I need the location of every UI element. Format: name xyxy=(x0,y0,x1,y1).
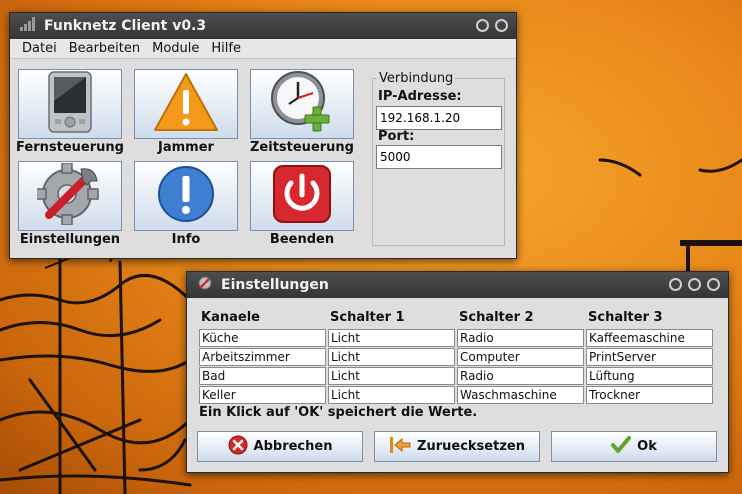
column-header: Schalter 3 xyxy=(588,310,663,325)
port-field[interactable] xyxy=(376,145,502,169)
menubar: Datei Bearbeiten Module Hilfe xyxy=(10,39,516,59)
tile-label: Fernsteuerung xyxy=(16,140,124,155)
table-cell[interactable]: Licht xyxy=(328,329,455,347)
menu-datei[interactable]: Datei xyxy=(16,41,63,56)
main-window-title: Funknetz Client v0.3 xyxy=(44,18,207,34)
close-button[interactable] xyxy=(707,278,720,291)
beenden-button[interactable] xyxy=(250,161,354,231)
table-cell[interactable]: Radio xyxy=(457,367,584,385)
table-cell[interactable]: Waschmaschine xyxy=(457,386,584,404)
tile-beenden[interactable]: Beenden xyxy=(250,161,354,247)
settings-dialog: Einstellungen Kanaele Schalter 1 Schalte… xyxy=(186,271,729,473)
fernsteuerung-button[interactable] xyxy=(18,69,122,139)
table-cell[interactable]: Computer xyxy=(457,348,584,366)
cancel-button[interactable]: Abbrechen xyxy=(197,431,363,462)
jammer-button[interactable] xyxy=(134,69,238,139)
table-cell[interactable]: Arbeitszimmer xyxy=(199,348,326,366)
menu-hilfe[interactable]: Hilfe xyxy=(205,41,247,56)
reset-label: Zuruecksetzen xyxy=(417,439,525,454)
settings-app-icon xyxy=(197,275,213,295)
main-window: Funknetz Client v0.3 Datei Bearbeiten Mo… xyxy=(9,12,517,259)
info-icon xyxy=(156,164,216,228)
tile-label: Info xyxy=(171,232,201,247)
menu-module[interactable]: Module xyxy=(146,41,205,56)
ip-label: IP-Adresse: xyxy=(378,89,462,104)
warning-icon xyxy=(153,72,219,136)
port-label: Port: xyxy=(378,129,415,144)
tile-label: Einstellungen xyxy=(19,232,121,247)
tile-label: Zeitsteuerung xyxy=(250,140,354,155)
minimize-button[interactable] xyxy=(476,19,489,32)
column-header: Kanaele xyxy=(201,310,260,325)
main-titlebar[interactable]: Funknetz Client v0.3 xyxy=(10,13,516,39)
table-cell[interactable]: Radio xyxy=(457,329,584,347)
table-cell[interactable]: PrintServer xyxy=(586,348,713,366)
signal-icon xyxy=(20,17,36,35)
connection-legend: Verbindung xyxy=(377,71,456,86)
column-header: Schalter 2 xyxy=(459,310,534,325)
ip-address-field[interactable] xyxy=(376,106,502,130)
tile-zeitsteuerung[interactable]: Zeitsteuerung xyxy=(250,69,354,155)
connection-panel: Verbindung IP-Adresse: Port: xyxy=(372,71,505,246)
tile-info[interactable]: Info xyxy=(134,161,238,247)
maximize-button[interactable] xyxy=(495,19,508,32)
cancel-icon xyxy=(228,435,248,459)
settings-dialog-title: Einstellungen xyxy=(221,277,329,293)
table-cell[interactable]: Licht xyxy=(328,386,455,404)
module-grid: Fernsteuerung Jammer Zeitsteuerung Einst… xyxy=(16,69,354,247)
channel-switch-table: Kanaele Schalter 1 Schalter 2 Schalter 3… xyxy=(198,310,714,405)
clock-add-icon xyxy=(269,69,335,139)
zeitsteuerung-button[interactable] xyxy=(250,69,354,139)
table-cell[interactable]: Bad xyxy=(199,367,326,385)
back-arrow-icon xyxy=(389,436,411,458)
tile-label: Beenden xyxy=(269,232,335,247)
power-icon xyxy=(272,164,332,228)
table-cell[interactable]: Licht xyxy=(328,348,455,366)
table-cell[interactable]: Kaffeemaschine xyxy=(586,329,713,347)
ok-label: Ok xyxy=(637,439,657,454)
tile-fernsteuerung[interactable]: Fernsteuerung xyxy=(16,69,124,155)
table-cell[interactable]: Trockner xyxy=(586,386,713,404)
settings-gear-icon xyxy=(35,162,103,229)
save-hint: Ein Klick auf 'OK' speichert die Werte. xyxy=(199,405,478,420)
checkmark-icon xyxy=(611,435,632,458)
table-cell[interactable]: Licht xyxy=(328,367,455,385)
menu-bearbeiten[interactable]: Bearbeiten xyxy=(63,41,146,56)
ok-button[interactable]: Ok xyxy=(551,431,717,462)
minimize-button[interactable] xyxy=(669,278,682,291)
cancel-label: Abbrechen xyxy=(253,439,333,454)
pda-icon xyxy=(46,71,94,137)
maximize-button[interactable] xyxy=(688,278,701,291)
settings-titlebar[interactable]: Einstellungen xyxy=(187,272,728,298)
tile-einstellungen[interactable]: Einstellungen xyxy=(18,161,122,247)
table-cell[interactable]: Küche xyxy=(199,329,326,347)
info-button[interactable] xyxy=(134,161,238,231)
reset-button[interactable]: Zuruecksetzen xyxy=(374,431,540,462)
table-cell[interactable]: Keller xyxy=(199,386,326,404)
column-header: Schalter 1 xyxy=(330,310,405,325)
tile-jammer[interactable]: Jammer xyxy=(134,69,238,155)
einstellungen-button[interactable] xyxy=(18,161,122,231)
tile-label: Jammer xyxy=(158,140,214,155)
table-cell[interactable]: Lüftung xyxy=(586,367,713,385)
